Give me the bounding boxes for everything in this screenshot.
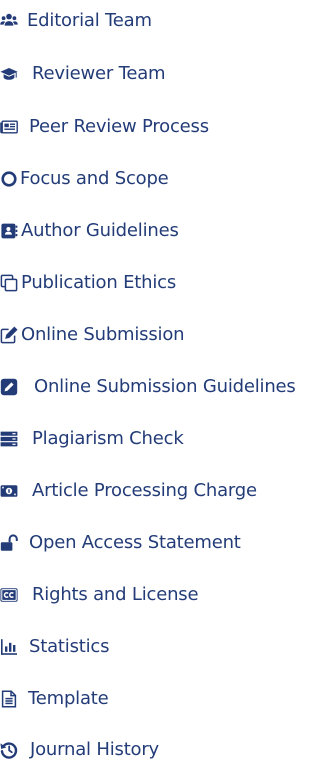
menu-item-label: Statistics [29, 636, 110, 657]
menu-item-online-submission-guidelines[interactable]: Online Submission Guidelines [0, 372, 296, 402]
menu-item-label: Template [28, 688, 109, 709]
menu-item-journal-history[interactable]: Journal History [0, 735, 159, 765]
menu-item-label: Plagiarism Check [32, 428, 184, 449]
menu-item-label: Author Guidelines [21, 220, 179, 241]
creative-commons-icon [0, 586, 18, 604]
menu-item-author-guidelines[interactable]: Author Guidelines [0, 216, 179, 246]
menu-item-article-processing-charge[interactable]: Article Processing Charge [0, 476, 257, 506]
file-text-icon [0, 690, 18, 708]
menu-item-label: Rights and License [32, 584, 199, 605]
graduation-cap-icon [0, 65, 18, 83]
clone-icon [0, 274, 18, 292]
menu-item-label: Editorial Team [27, 10, 152, 31]
sidebar-menu: Editorial Team Reviewer Team Peer Review… [0, 0, 296, 765]
menu-item-label: Publication Ethics [21, 272, 177, 293]
chart-bar-icon [0, 638, 18, 656]
menu-item-focus-and-scope[interactable]: Focus and Scope [0, 164, 169, 194]
menu-item-reviewer-team[interactable]: Reviewer Team [0, 59, 166, 89]
menu-item-label: Focus and Scope [20, 168, 169, 189]
menu-item-online-submission[interactable]: Online Submission [0, 320, 185, 350]
address-book-icon [0, 222, 18, 240]
menu-item-statistics[interactable]: Statistics [0, 632, 109, 662]
menu-item-editorial-team[interactable]: Editorial Team [0, 6, 152, 36]
menu-item-label: Peer Review Process [29, 116, 209, 137]
newspaper-icon [0, 118, 18, 136]
circle-icon [0, 170, 18, 188]
menu-item-rights-and-license[interactable]: Rights and License [0, 580, 199, 610]
menu-item-template[interactable]: Template [0, 684, 109, 714]
menu-item-label: Open Access Statement [29, 532, 241, 553]
unlock-icon [0, 534, 18, 552]
menu-item-label: Article Processing Charge [32, 480, 257, 501]
menu-item-peer-review-process[interactable]: Peer Review Process [0, 112, 209, 142]
menu-item-publication-ethics[interactable]: Publication Ethics [0, 268, 176, 298]
menu-item-label: Reviewer Team [32, 63, 166, 84]
history-icon [0, 741, 18, 759]
menu-item-label: Online Submission Guidelines [34, 376, 296, 397]
money-bill-icon [0, 482, 18, 500]
edit-icon [0, 326, 18, 344]
menu-item-open-access-statement[interactable]: Open Access Statement [0, 528, 241, 558]
users-icon [0, 12, 18, 30]
menu-item-label: Online Submission [21, 324, 185, 345]
menu-item-plagiarism-check[interactable]: Plagiarism Check [0, 424, 184, 454]
server-icon [0, 430, 18, 448]
menu-item-label: Journal History [30, 739, 160, 760]
pencil-square-icon [0, 378, 18, 396]
